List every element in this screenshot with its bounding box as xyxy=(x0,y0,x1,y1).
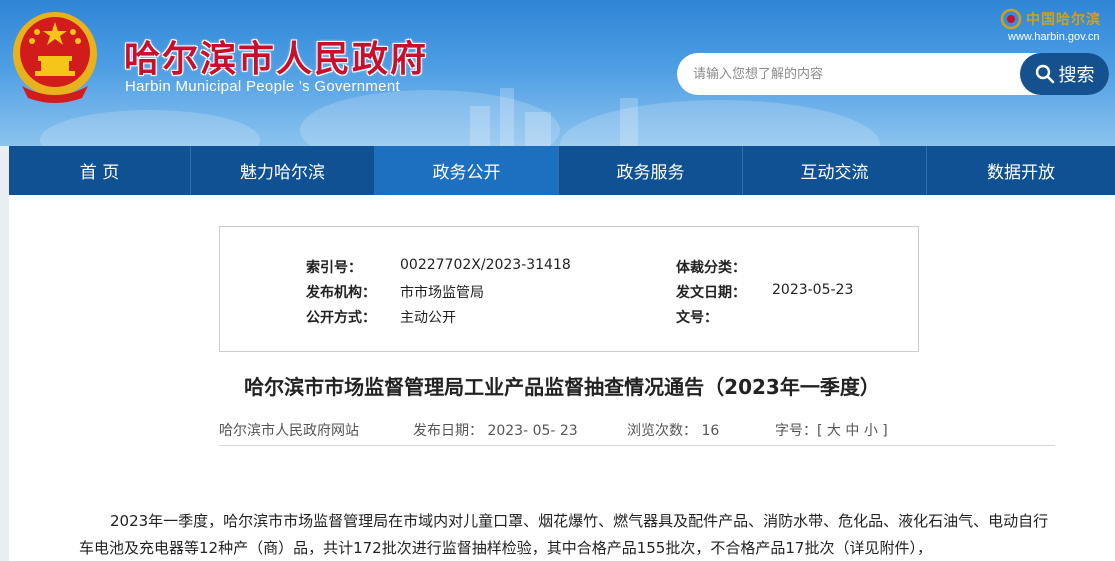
skyline-decoration xyxy=(500,88,514,146)
nav-label: 政务公开 xyxy=(432,163,501,183)
nav-label: 政务服务 xyxy=(616,163,685,183)
nav-item-charm-harbin[interactable]: 魅力哈尔滨 xyxy=(191,146,375,195)
publish-date: 发布日期： 2023- 05- 23 xyxy=(413,423,578,439)
site-title[interactable]: 哈尔滨市人民政府 xyxy=(124,30,428,82)
nav-item-government-affairs-open[interactable]: 政务公开 xyxy=(375,146,559,195)
nav-item-home[interactable]: 首 页 xyxy=(9,146,191,195)
font-size-medium-link[interactable]: 中 xyxy=(845,423,859,439)
genre-label: 体裁分类： xyxy=(676,260,746,276)
font-size-control: 字号：[ 大 中 小 ] xyxy=(775,420,888,440)
article-title: 哈尔滨市市场监督管理局工业产品监督抽查情况通告（2023年一季度） xyxy=(244,375,880,399)
header-cloud-decoration xyxy=(40,110,260,146)
doc-number-label: 文号： xyxy=(676,310,718,326)
header-cloud-decoration xyxy=(560,100,880,146)
nav-label: 互动交流 xyxy=(800,163,869,183)
article-info-bar: 哈尔滨市人民政府网站 发布日期： 2023- 05- 23 浏览次数： 16 字… xyxy=(219,418,1055,446)
site-url: www.harbin.gov.cn xyxy=(1008,31,1100,43)
view-count: 浏览次数： 16 xyxy=(627,423,720,439)
nav-item-government-services[interactable]: 政务服务 xyxy=(559,146,743,195)
font-size-small-link[interactable]: 小 xyxy=(864,423,878,439)
china-harbin-logo[interactable]: 中国哈尔滨 xyxy=(1000,8,1101,30)
font-size-label: 字号：[ xyxy=(775,423,823,439)
article-content: 索引号： 00227702X/2023-31418 体裁分类： 发布机构： 市市… xyxy=(9,195,1115,561)
harbin-logo-icon xyxy=(1000,8,1022,30)
nav-item-interaction[interactable]: 互动交流 xyxy=(743,146,927,195)
index-label: 索引号： xyxy=(306,260,362,276)
skyline-decoration xyxy=(525,112,551,146)
site-header: 哈尔滨市人民政府 Harbin Municipal People 's Gove… xyxy=(0,0,1115,146)
main-nav: 首 页 魅力哈尔滨 政务公开 政务服务 互动交流 数据开放 xyxy=(9,146,1115,195)
disclosure-label: 公开方式： xyxy=(306,310,376,326)
header-cloud-decoration xyxy=(300,90,560,146)
search-icon xyxy=(1035,64,1054,84)
nav-label: 数据开放 xyxy=(987,163,1055,183)
site-subtitle: Harbin Municipal People 's Government xyxy=(125,78,400,95)
disclosure-value: 主动公开 xyxy=(400,310,456,326)
skyline-decoration xyxy=(470,106,490,146)
publisher-value: 市市场监管局 xyxy=(400,285,484,301)
china-harbin-text: 中国哈尔滨 xyxy=(1026,12,1101,28)
publisher-label: 发布机构： xyxy=(306,285,376,301)
article-source: 哈尔滨市人民政府网站 xyxy=(219,423,359,439)
nav-label: 魅力哈尔滨 xyxy=(240,163,325,183)
search-bar: 搜索 xyxy=(677,53,1109,95)
font-size-large-link[interactable]: 大 xyxy=(827,423,841,439)
search-button[interactable]: 搜索 xyxy=(1020,53,1109,95)
search-input[interactable] xyxy=(693,63,1013,85)
document-meta-box: 索引号： 00227702X/2023-31418 体裁分类： 发布机构： 市市… xyxy=(219,226,919,352)
skyline-decoration xyxy=(620,98,638,146)
font-size-bracket: ] xyxy=(882,423,888,439)
search-button-label: 搜索 xyxy=(1058,65,1095,86)
doc-date-value: 2023-05-23 xyxy=(772,282,854,298)
article-paragraph: 2023年一季度，哈尔滨市市场监督管理局在市域内对儿童口罩、烟花爆竹、燃气器具及… xyxy=(79,512,1049,557)
nav-item-open-data[interactable]: 数据开放 xyxy=(927,146,1115,195)
index-value: 00227702X/2023-31418 xyxy=(400,257,571,273)
doc-date-label: 发文日期： xyxy=(676,285,746,301)
nav-label: 首 页 xyxy=(79,163,120,183)
national-emblem-icon xyxy=(13,12,97,103)
